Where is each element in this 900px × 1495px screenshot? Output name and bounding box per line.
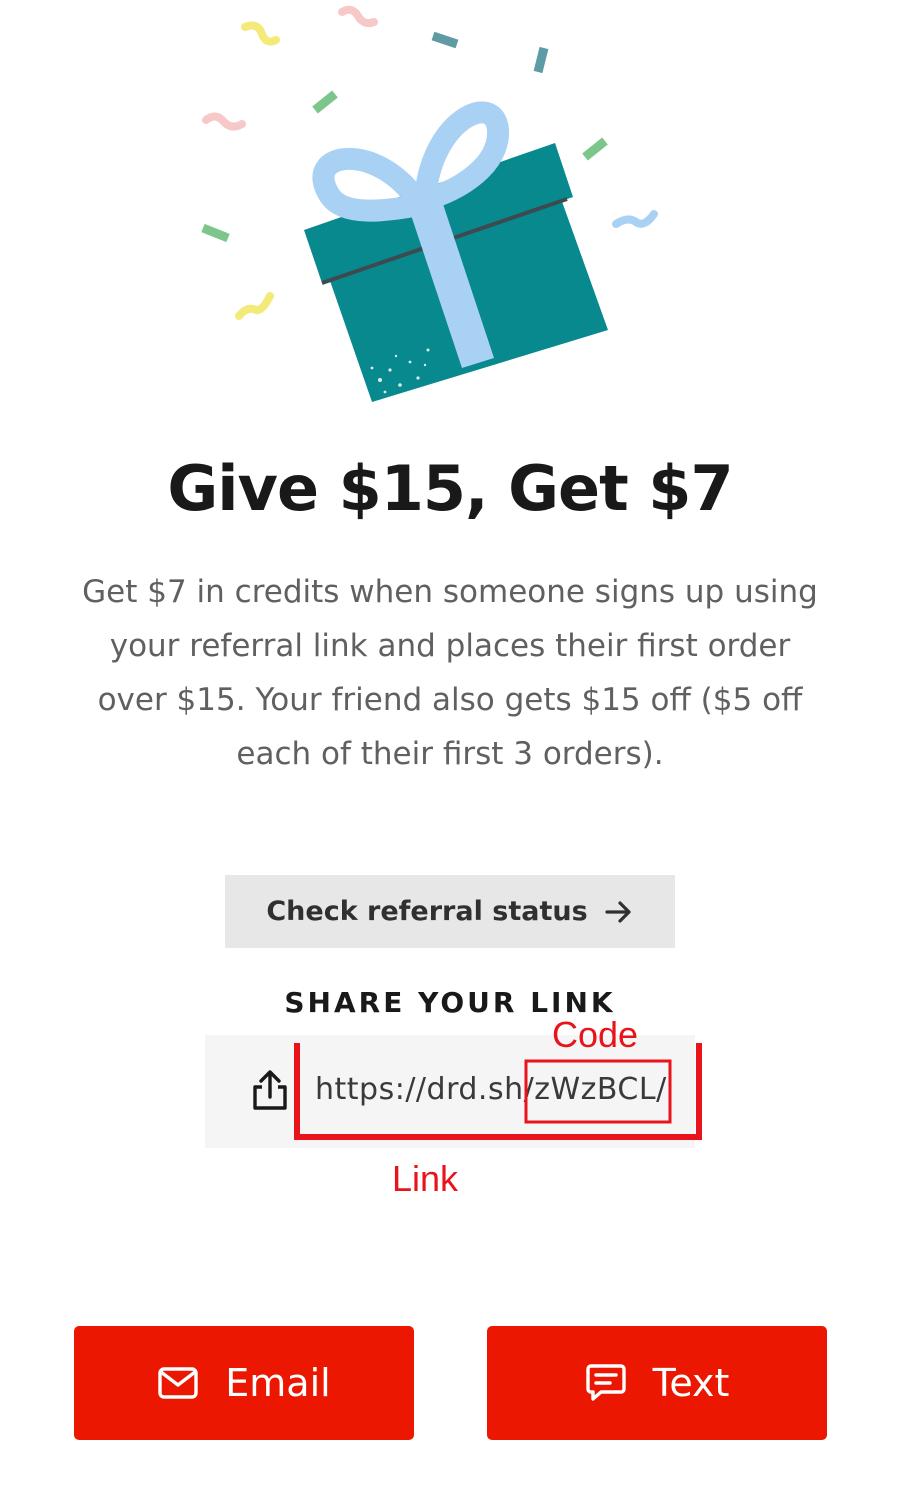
email-share-button[interactable]: Email [74,1326,414,1440]
arrow-right-icon [605,900,631,923]
mail-icon [158,1367,198,1399]
referral-description: Get $7 in credits when someone signs up … [82,574,818,772]
link-prefix: https://drd.sh/ [315,1072,535,1107]
link-annotation-label: Link [392,1158,459,1199]
text-button-label: Text [652,1361,730,1405]
text-share-button[interactable]: Text [487,1326,827,1440]
message-icon [585,1364,626,1401]
link-suffix: / [656,1072,667,1107]
email-button-label: Email [225,1361,331,1405]
share-icon[interactable] [248,1069,292,1113]
link-code: zWzBCL [534,1072,657,1107]
gift-box-illustration [201,5,658,402]
check-referral-status-button[interactable]: Check referral status [225,875,675,948]
referral-link[interactable]: https://drd.sh/zWzBCL/ [315,1072,667,1107]
code-annotation-label: Code [552,1014,639,1055]
status-button-label: Check referral status [266,896,588,927]
page-title: Give $15, Get $7 [167,452,733,525]
share-heading: SHARE YOUR LINK [284,986,616,1019]
